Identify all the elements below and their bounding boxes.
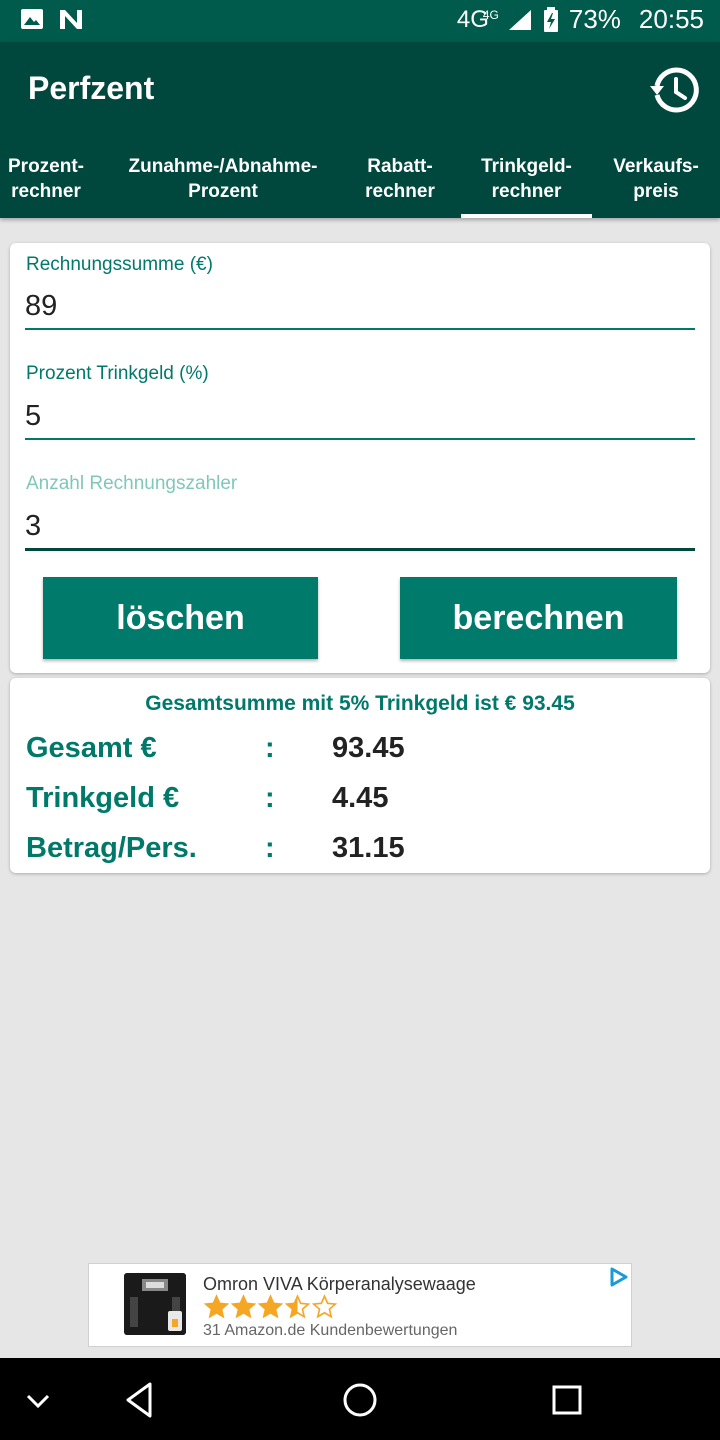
per-person-label: Betrag/Pers. [26,832,197,864]
total-value: 93.45 [332,732,405,764]
star-icon [230,1294,257,1319]
calculate-button[interactable]: berechnen [400,577,677,659]
active-tab-indicator [461,214,592,218]
notification-n-icon [60,10,82,29]
history-icon[interactable] [648,64,700,116]
per-person-value: 31.15 [332,832,405,864]
home-icon[interactable] [338,1378,382,1422]
per-person-colon: : [265,832,275,864]
tab-prozentrechner[interactable]: Prozent- rechner [0,154,92,204]
adchoices-icon[interactable] [607,1266,629,1288]
total-colon: : [265,732,275,764]
tip-percent-input[interactable] [25,393,695,439]
tab-trinkgeldrechner[interactable]: Trinkgeld- rechner [461,154,592,204]
chevron-down-icon[interactable] [16,1378,60,1422]
result-summary: Gesamtsumme mit 5% Trinkgeld ist € 93.45 [145,692,575,715]
rating-stars [203,1294,338,1320]
network-type: 4G 4G [456,5,499,33]
ad-reviews: 31 Amazon.de Kundenbewertungen [203,1322,458,1339]
battery-percent: 73% [568,4,621,34]
tab-bar: Prozent- rechner Zunahme-/Abnahme- Proze… [0,150,720,218]
product-image [124,1273,186,1335]
star-icon [203,1294,230,1319]
result-card: Gesamtsumme mit 5% Trinkgeld ist € 93.45… [10,678,710,873]
tip-label: Trinkgeld € [26,782,180,814]
payers-count-underline [25,548,695,551]
tab-verkaufspreis[interactable]: Verkaufs- preis [600,154,712,204]
app-title: Perfzent [28,70,155,106]
clear-button[interactable]: löschen [43,577,318,659]
ad-banner[interactable]: Omron VIVA Körperanalysewaage 31 Amazon.… [88,1263,632,1347]
battery-icon [543,6,558,32]
back-icon[interactable] [118,1378,162,1422]
total-label: Gesamt € [26,732,157,764]
clock: 20:55 [638,4,704,34]
status-bar: 4G 4G 73% 20:55 [0,0,720,42]
tip-percent-underline [25,438,695,440]
star-icon [257,1294,284,1319]
app-bar: Perfzent Prozent- rechner Zunahme-/Abnah… [0,42,720,218]
recents-icon[interactable] [545,1378,589,1422]
bill-amount-label: Rechnungssumme (€) [26,254,213,275]
star-icon [311,1294,338,1319]
payers-count-input[interactable] [25,503,695,549]
navigation-bar [0,1358,720,1440]
image-icon [21,9,43,29]
bill-amount-input[interactable] [25,283,695,329]
ad-title: Omron VIVA Körperanalysewaage [203,1274,476,1294]
bill-amount-underline [25,328,695,330]
tab-zunahme-abnahme[interactable]: Zunahme-/Abnahme- Prozent [108,154,338,204]
tip-form-card: Rechnungssumme (€) Prozent Trinkgeld (%)… [10,243,710,673]
tip-percent-label: Prozent Trinkgeld (%) [26,363,209,384]
tip-value: 4.45 [332,782,389,814]
tip-colon: : [265,782,275,814]
payers-count-label: Anzahl Rechnungszahler [26,473,238,494]
star-icon [284,1294,311,1319]
tab-rabattrechner[interactable]: Rabatt- rechner [350,154,450,204]
signal-icon [508,9,531,30]
